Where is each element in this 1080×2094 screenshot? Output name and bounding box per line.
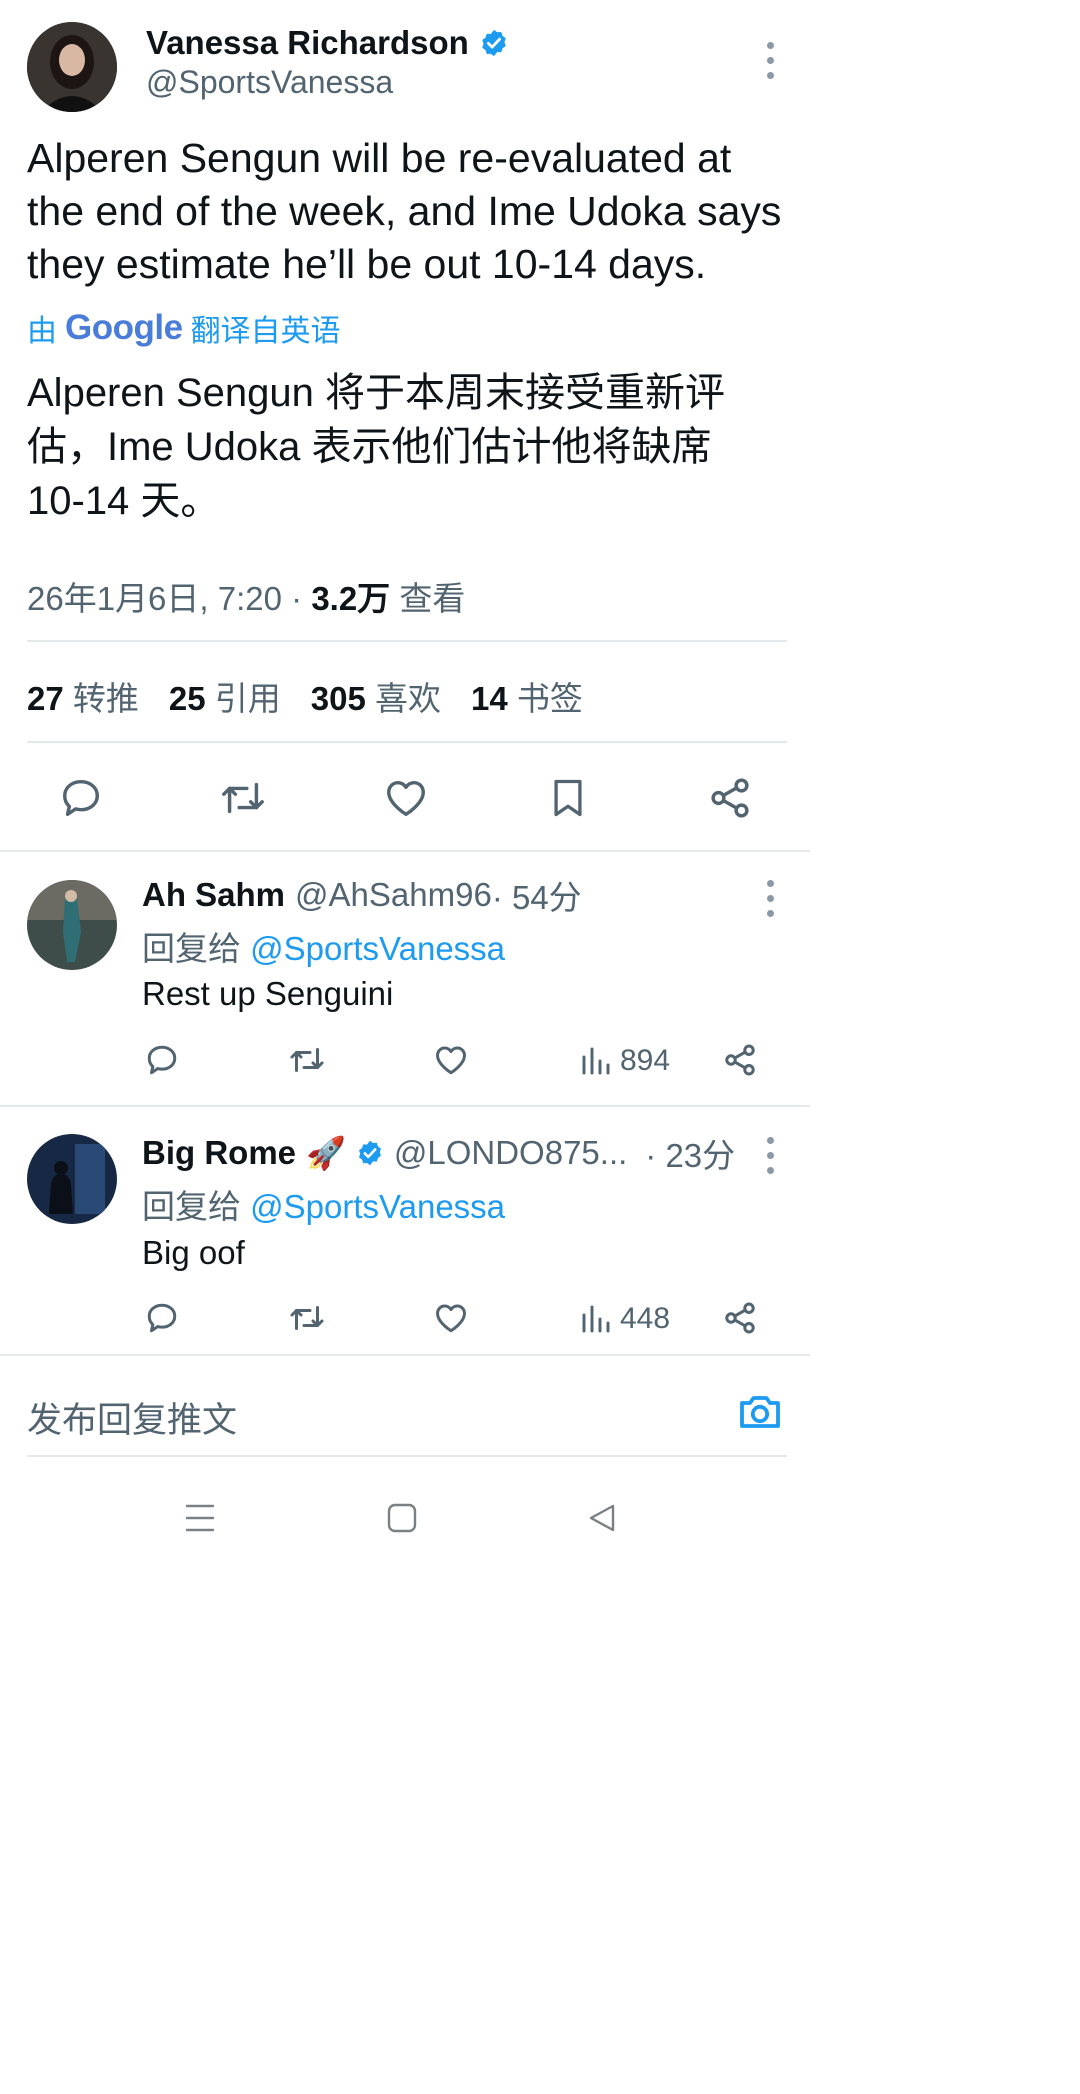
tweet-stats: 27 转推 25 引用 305 喜欢 14 书签 — [27, 672, 583, 720]
section-divider — [0, 850, 810, 852]
reply-to-line: 回复给 @SportsVanessa — [142, 922, 505, 970]
section-divider — [0, 1354, 810, 1356]
author-name[interactable]: Vanessa Richardson — [146, 24, 469, 62]
retweet-icon[interactable] — [287, 1042, 327, 1078]
more-icon[interactable] — [763, 42, 777, 79]
tweet-timestamp[interactable]: 26年1月6日, 7:20 · — [27, 580, 311, 617]
bookmark-icon[interactable] — [546, 775, 590, 821]
author-avatar[interactable] — [27, 22, 117, 112]
retweet-icon[interactable] — [287, 1300, 327, 1336]
translation-line: Alperen Sengun 将于本周末接受重新评 — [27, 371, 726, 415]
likes-stat[interactable]: 305 喜欢 — [311, 672, 441, 720]
reply-icon[interactable] — [144, 1042, 180, 1078]
tweet-text-line: they estimate he’ll be out 10-14 days. — [27, 241, 707, 287]
reply-time: · 54分 — [491, 879, 582, 916]
reply-author-name[interactable]: Big Rome — [142, 1134, 296, 1172]
like-icon[interactable] — [433, 1300, 469, 1336]
views-count: 448 — [620, 1302, 671, 1335]
reply-to-handle[interactable]: @SportsVanessa — [250, 930, 505, 967]
like-icon[interactable] — [433, 1042, 469, 1078]
reply-header: Ah Sahm @AhSahm96 · 54分 — [142, 872, 582, 918]
reply-text: Rest up Senguini — [142, 975, 394, 1012]
retweet-icon[interactable] — [218, 775, 268, 821]
reply-text: Big oof — [142, 1234, 245, 1271]
tweet-text: Alperen Sengun will be re-evaluated at t… — [27, 132, 781, 291]
translation-line: 10-14 天。 — [27, 479, 221, 523]
share-icon[interactable] — [707, 775, 753, 821]
more-icon[interactable] — [763, 880, 777, 917]
section-divider — [0, 1105, 810, 1107]
reply-to-prefix: 回复给 — [142, 1188, 241, 1225]
reply-header: Big Rome 🚀 @LONDO875... · 23分 — [142, 1130, 735, 1176]
reply-time: · 23分 — [645, 1137, 736, 1174]
retweets-stat[interactable]: 27 转推 — [27, 672, 139, 720]
views-icon — [580, 1045, 612, 1077]
reply-icon[interactable] — [144, 1300, 180, 1336]
tweet-views-count[interactable]: 3.2万 — [311, 580, 390, 617]
author-handle[interactable]: @SportsVanessa — [146, 64, 393, 101]
reply-icon[interactable] — [58, 775, 104, 821]
translation-line: 估，Ime Udoka 表示他们估计他将缺席 — [27, 425, 712, 469]
reply-to-line: 回复给 @SportsVanessa — [142, 1180, 505, 1228]
translation-attribution[interactable]: 由 Google 翻译自英语 — [27, 306, 341, 350]
views-count: 894 — [620, 1044, 671, 1077]
tweet-meta: 26年1月6日, 7:20 · 3.2万 查看 — [27, 572, 465, 620]
share-icon[interactable] — [722, 1300, 758, 1336]
verified-badge-icon — [479, 28, 509, 58]
verified-badge-icon — [356, 1139, 384, 1167]
translated-by-label: 由 — [27, 315, 57, 348]
reply-to-prefix: 回复给 — [142, 930, 241, 967]
reply-author-name[interactable]: Ah Sahm — [142, 876, 285, 914]
reply-author-handle[interactable]: @AhSahm96 — [295, 876, 492, 914]
nav-home-icon[interactable] — [386, 1502, 418, 1534]
tweet-views-label: 查看 — [390, 580, 466, 617]
like-icon[interactable] — [383, 775, 429, 821]
divider — [27, 1455, 787, 1457]
views-stat[interactable]: 448 — [580, 1300, 670, 1338]
share-icon[interactable] — [722, 1042, 758, 1078]
divider — [27, 741, 787, 743]
views-icon — [580, 1303, 612, 1335]
reply-to-handle[interactable]: @SportsVanessa — [250, 1188, 505, 1225]
reply-avatar[interactable] — [27, 880, 117, 970]
reply-composer-input[interactable]: 发布回复推文 — [27, 1392, 237, 1443]
name-emoji: 🚀 — [306, 1135, 346, 1171]
tweet-text-line: the end of the week, and Ime Udoka says — [27, 188, 782, 234]
author-name-row: Vanessa Richardson — [146, 22, 509, 64]
bookmarks-stat[interactable]: 14 书签 — [471, 672, 583, 720]
translation-text: Alperen Sengun 将于本周末接受重新评 估，Ime Udoka 表示… — [27, 366, 725, 528]
translated-from-label: 翻译自英语 — [190, 315, 341, 348]
google-logo: Google — [65, 308, 183, 347]
reply-author-handle[interactable]: @LONDO875... — [394, 1134, 627, 1172]
nav-menu-icon[interactable] — [184, 1501, 216, 1535]
camera-icon[interactable] — [736, 1388, 784, 1436]
nav-back-icon[interactable] — [586, 1502, 618, 1534]
divider — [27, 640, 787, 642]
views-stat[interactable]: 894 — [580, 1042, 670, 1080]
more-icon[interactable] — [763, 1137, 777, 1174]
quotes-stat[interactable]: 25 引用 — [169, 672, 281, 720]
reply-avatar[interactable] — [27, 1134, 117, 1224]
tweet-text-line: Alperen Sengun will be re-evaluated at — [27, 135, 732, 181]
